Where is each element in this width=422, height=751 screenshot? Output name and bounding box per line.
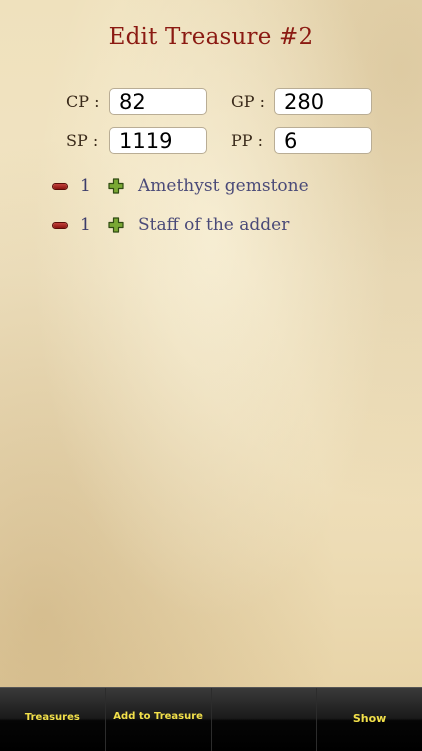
tab-bar: Treasures Add to Treasure Show [0,687,422,751]
tab-treasures[interactable]: Treasures [0,688,106,751]
tab-label: Add to Treasure [113,711,203,722]
pp-label: PP : [231,131,264,150]
tab-show[interactable]: Show [317,688,422,751]
minus-icon[interactable] [53,223,67,228]
cp-label: CP : [66,92,100,111]
tab-label: Show [352,712,387,725]
sp-input[interactable] [109,127,207,154]
gp-label: GP : [231,92,266,111]
minus-icon[interactable] [53,184,67,189]
item-quantity: 1 [80,176,91,196]
item-quantity: 1 [80,215,91,235]
list-item: 1 Amethyst gemstone [50,174,410,200]
pp-input[interactable] [274,127,372,154]
plus-icon[interactable] [108,178,124,194]
list-item: 1 Staff of the adder [50,213,410,239]
cp-input[interactable] [109,88,207,115]
tab-add-to-treasure[interactable]: Add to Treasure [106,688,212,751]
plus-icon[interactable] [108,217,124,233]
item-name[interactable]: Amethyst gemstone [138,174,309,198]
tab-label: Treasures [24,712,80,723]
tab-empty[interactable] [212,688,318,751]
sp-label: SP : [66,131,99,150]
gp-input[interactable] [274,88,372,115]
item-name[interactable]: Staff of the adder [138,213,289,237]
page-title: Edit Treasure #2 [108,24,314,50]
